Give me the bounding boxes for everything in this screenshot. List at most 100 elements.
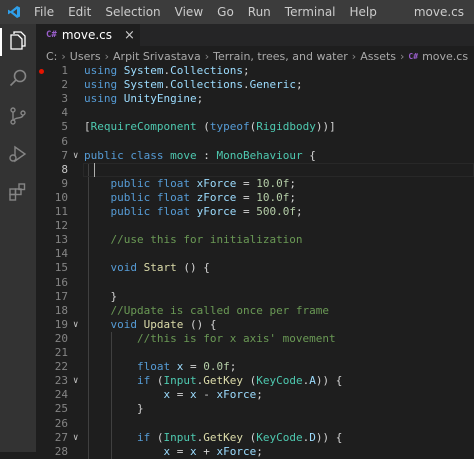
line-number: 23 bbox=[54, 374, 68, 388]
code-line[interactable]: 5 [RequireComponent (typeof(Rigidbody))] bbox=[36, 120, 474, 134]
code-line[interactable]: 7 ∨ public class move : MonoBehaviour { bbox=[36, 149, 474, 163]
code-line[interactable]: 11 public float yForce = 500.0f; bbox=[36, 205, 474, 219]
line-number: 12 bbox=[54, 219, 68, 233]
menu-file[interactable]: File bbox=[28, 0, 62, 24]
fold-chevron-icon[interactable]: ∨ bbox=[73, 431, 83, 445]
line-number: 8 bbox=[61, 162, 68, 176]
chevron-right-icon: › bbox=[104, 49, 110, 63]
code-line[interactable]: 21 bbox=[36, 346, 474, 360]
line-number: 11 bbox=[54, 205, 68, 218]
source-control-icon[interactable] bbox=[4, 102, 32, 130]
activity-bar bbox=[0, 24, 36, 452]
code-text: public float zForce = 10.0f; bbox=[110, 190, 297, 204]
code-line[interactable]: 3 using UnityEngine; bbox=[36, 92, 474, 106]
code-line[interactable]: 23 ∨ if (Input.GetKey (KeyCode.A)) { bbox=[36, 374, 474, 388]
line-number: 18 bbox=[54, 303, 68, 317]
csharp-file-icon: C# bbox=[46, 30, 57, 40]
line-number: 4 bbox=[61, 106, 68, 120]
breadcrumb-user[interactable]: Arpit Srivastava bbox=[113, 50, 201, 63]
code-line[interactable]: 6 bbox=[36, 135, 474, 149]
line-number: 21 bbox=[54, 346, 68, 359]
code-text: //this is for x axis' movement bbox=[136, 331, 336, 345]
code-text: void Start () { bbox=[110, 261, 210, 275]
fold-chevron-icon[interactable]: ∨ bbox=[73, 149, 83, 163]
tab-bar: C# move.cs × bbox=[36, 24, 474, 46]
line-number: 16 bbox=[54, 275, 68, 289]
chevron-right-icon: › bbox=[351, 49, 357, 63]
line-number: 17 bbox=[54, 289, 68, 303]
code-text: //use this for initialization bbox=[110, 233, 303, 247]
code-line[interactable]: 26 bbox=[36, 417, 474, 431]
menu-edit[interactable]: Edit bbox=[62, 0, 99, 24]
close-icon[interactable]: × bbox=[124, 28, 135, 43]
code-editor[interactable]: 1 using System.Collections; 2 using System.… bbox=[36, 62, 474, 459]
code-text: if (Input.GetKey (KeyCode.D)) { bbox=[136, 430, 343, 444]
code-line[interactable]: 19 ∨ void Update () { bbox=[36, 318, 474, 332]
menu-run[interactable]: Run bbox=[242, 0, 279, 24]
code-line[interactable]: 1 using System.Collections; bbox=[36, 64, 474, 78]
code-line[interactable]: 20 //this is for x axis' movement bbox=[36, 332, 474, 346]
fold-chevron-icon[interactable]: ∨ bbox=[73, 374, 83, 388]
line-number: 24 bbox=[54, 388, 68, 402]
code-text: x = x - xForce; bbox=[163, 388, 263, 402]
line-number: 22 bbox=[54, 360, 68, 374]
menu-terminal[interactable]: Terminal bbox=[279, 0, 344, 24]
code-line[interactable]: 8 bbox=[36, 163, 474, 177]
code-line[interactable]: 2 using System.Collections.Generic; bbox=[36, 78, 474, 92]
code-line[interactable]: 15 void Start () { bbox=[36, 261, 474, 275]
menu-go[interactable]: Go bbox=[211, 0, 242, 24]
line-number: 27 bbox=[54, 430, 68, 444]
code-text: float x = 0.0f; bbox=[136, 360, 237, 374]
code-line[interactable]: 13 //use this for initialization bbox=[36, 233, 474, 247]
code-text: public float xForce = 10.0f; bbox=[110, 176, 297, 190]
code-text: public float yForce = 500.0f; bbox=[110, 205, 303, 218]
menu-selection[interactable]: Selection bbox=[99, 0, 168, 24]
code-line[interactable]: 10 public float zForce = 10.0f; bbox=[36, 191, 474, 205]
line-number: 2 bbox=[61, 78, 68, 92]
code-line[interactable]: 12 bbox=[36, 219, 474, 233]
line-number: 25 bbox=[54, 402, 68, 416]
code-line[interactable]: 9 public float xForce = 10.0f; bbox=[36, 177, 474, 191]
tab-move-cs[interactable]: C# move.cs × bbox=[36, 24, 140, 46]
code-line[interactable]: 17 } bbox=[36, 290, 474, 304]
explorer-icon[interactable] bbox=[4, 26, 32, 54]
breadcrumb-file[interactable]: move.cs bbox=[422, 50, 468, 63]
csharp-file-icon: C# bbox=[408, 51, 419, 61]
code-text: } bbox=[110, 289, 118, 303]
title-bar: File Edit Selection View Go Run Terminal… bbox=[0, 0, 474, 24]
run-debug-icon[interactable] bbox=[4, 140, 32, 168]
code-line[interactable]: 16 bbox=[36, 276, 474, 290]
code-line[interactable]: 4 bbox=[36, 106, 474, 120]
breadcrumb-drive[interactable]: C: bbox=[46, 50, 57, 63]
chevron-right-icon: › bbox=[61, 49, 66, 63]
code-line[interactable]: 22 float x = 0.0f; bbox=[36, 360, 474, 374]
chevron-right-icon: › bbox=[204, 49, 210, 63]
code-line[interactable]: 14 bbox=[36, 247, 474, 261]
code-line[interactable]: 18 //Update is called once per frame bbox=[36, 304, 474, 318]
menu-bar: File Edit Selection View Go Run Terminal… bbox=[28, 0, 385, 24]
fold-chevron-icon[interactable]: ∨ bbox=[73, 318, 83, 332]
line-number: 9 bbox=[61, 176, 68, 190]
vscode-logo-icon bbox=[0, 0, 28, 24]
line-number: 7 bbox=[61, 148, 68, 162]
menu-help[interactable]: Help bbox=[344, 0, 385, 24]
code-line[interactable]: 25 } bbox=[36, 402, 474, 416]
breadcrumb-users[interactable]: Users bbox=[70, 50, 101, 63]
active-indicator bbox=[0, 28, 2, 56]
line-number: 15 bbox=[54, 261, 68, 275]
code-line[interactable]: 27 ∨ if (Input.GetKey (KeyCode.D)) { bbox=[36, 431, 474, 445]
code-text: [RequireComponent (typeof(Rigidbody))] bbox=[84, 120, 336, 134]
code-text: public class move : MonoBehaviour { bbox=[84, 148, 316, 162]
line-number: 3 bbox=[61, 92, 68, 106]
code-text: } bbox=[136, 402, 144, 416]
breadcrumb-assets[interactable]: Assets bbox=[360, 50, 396, 63]
line-number: 20 bbox=[54, 331, 68, 345]
breadcrumb-project[interactable]: Terrain, trees, and water bbox=[213, 50, 348, 63]
line-number: 14 bbox=[54, 247, 68, 261]
extensions-icon[interactable] bbox=[4, 178, 32, 206]
window-title: move.cs bbox=[413, 5, 464, 19]
menu-view[interactable]: View bbox=[169, 0, 211, 24]
search-icon[interactable] bbox=[4, 64, 32, 92]
code-line[interactable]: 24 x = x - xForce; bbox=[36, 388, 474, 402]
line-number: 26 bbox=[54, 416, 68, 430]
